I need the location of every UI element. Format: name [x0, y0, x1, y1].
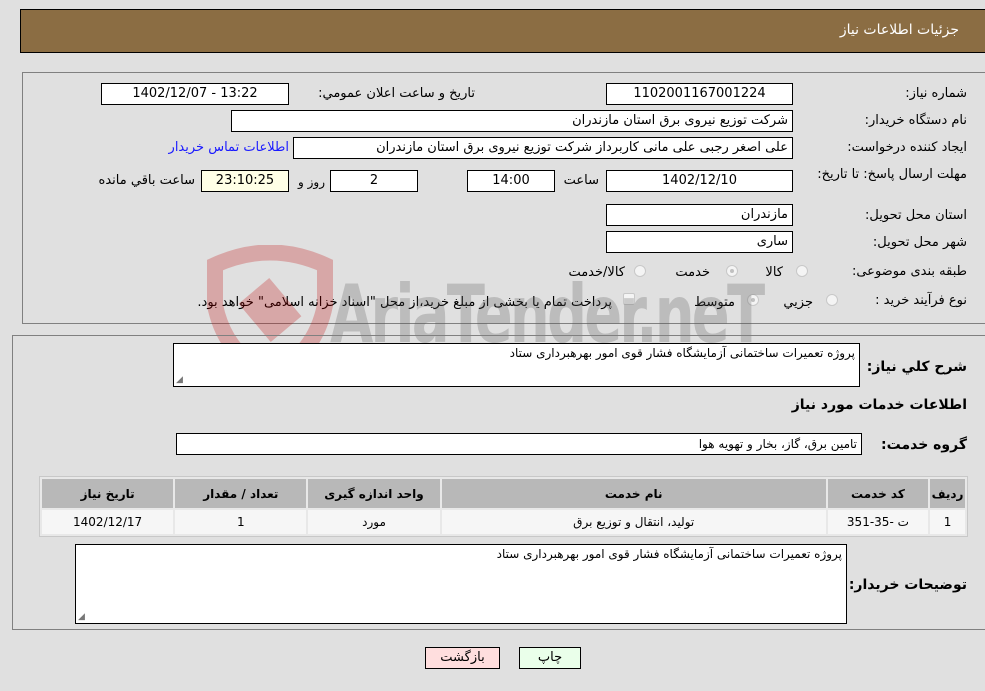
table-row: 1 ت -35-351 تولید، انتقال و توزیع برق مو… [42, 510, 965, 534]
remaining-time-field: 23:10:25 [201, 170, 289, 192]
category-radio-service[interactable] [726, 265, 738, 277]
days-label: روز و [298, 175, 325, 189]
buyer-org-field: شرکت توزیع نیروی برق استان مازندران [231, 110, 793, 132]
cell-date: 1402/12/17 [42, 510, 174, 534]
resize-grip-icon[interactable]: ◢ [78, 612, 85, 622]
cell-name: تولید، انتقال و توزیع برق [441, 510, 826, 534]
city-field: ساری [606, 231, 793, 253]
treasury-note: پرداخت تمام یا بخشی از مبلغ خرید،از محل … [197, 295, 612, 310]
summary-label: شرح کلي نياز: [866, 359, 967, 375]
cell-qty: 1 [175, 510, 307, 534]
print-button[interactable]: چاپ [519, 647, 581, 669]
category-radio-goods-service[interactable] [634, 265, 646, 277]
service-group-field: تامین برق، گاز، بخار و تهویه هوا [176, 433, 862, 455]
service-group-label: گروه خدمت: [881, 437, 967, 453]
deadline-label: مهلت ارسال پاسخ: تا تاریخ: [817, 167, 967, 182]
process-option-medium: متوسط [694, 295, 735, 310]
col-header-qty: تعداد / مقدار [175, 479, 307, 508]
treasury-checkbox[interactable] [623, 293, 635, 305]
province-field: مازندران [606, 204, 793, 226]
deadline-time-label: ساعت [563, 173, 599, 188]
days-remaining-field: 2 [330, 170, 418, 192]
buyer-notes-text: پروژه تعمیرات ساختمانی آزمایشگاه فشار قو… [496, 547, 842, 561]
buyer-notes-textarea[interactable]: پروژه تعمیرات ساختمانی آزمایشگاه فشار قو… [75, 544, 847, 624]
process-radio-minor[interactable] [826, 294, 838, 306]
deadline-date-field: 1402/12/10 [606, 170, 793, 192]
services-heading: اطلاعات خدمات مورد نياز [791, 397, 967, 413]
col-header-unit: واحد اندازه گیری [308, 479, 440, 508]
summary-text: پروژه تعمیرات ساختمانی آزمایشگاه فشار قو… [509, 346, 855, 360]
cell-row: 1 [930, 510, 965, 534]
category-option-service: خدمت [675, 265, 710, 280]
buyer-org-label: نام دستگاه خریدار: [864, 113, 967, 128]
creator-label: ایجاد کننده درخواست: [847, 140, 967, 155]
col-header-code: کد خدمت [827, 479, 929, 508]
back-button[interactable]: بازگشت [425, 647, 500, 669]
cell-unit: مورد [308, 510, 440, 534]
province-label: استان محل تحویل: [865, 208, 967, 223]
table-header-row: ردیف کد خدمت نام خدمت واحد اندازه گیری ت… [42, 479, 965, 508]
deadline-time-field: 14:00 [467, 170, 555, 192]
category-option-goods: کالا [765, 265, 783, 280]
announce-field: 1402/12/07 - 13:22 [101, 83, 289, 105]
city-label: شهر محل تحویل: [872, 235, 967, 250]
process-radio-medium[interactable] [747, 294, 759, 306]
col-header-name: نام خدمت [441, 479, 826, 508]
cell-code: ت -35-351 [827, 510, 929, 534]
resize-grip-icon[interactable]: ◢ [176, 375, 183, 385]
page-header: جزئیات اطلاعات نیاز [20, 9, 985, 53]
category-label: طبقه بندی موضوعی: [851, 264, 967, 279]
services-table: ردیف کد خدمت نام خدمت واحد اندازه گیری ت… [39, 476, 968, 537]
buyer-contact-link[interactable]: اطلاعات تماس خریدار [169, 140, 289, 155]
category-option-goods-service: کالا/خدمت [568, 265, 625, 280]
col-header-date: تاریخ نیاز [42, 479, 174, 508]
creator-field: علی اصغر رجبی علی مانی کاربرداز شرکت توز… [293, 137, 793, 159]
col-header-row: ردیف [930, 479, 965, 508]
buyer-notes-label: توضیحات خریدار: [848, 577, 967, 593]
summary-textarea[interactable]: پروژه تعمیرات ساختمانی آزمایشگاه فشار قو… [173, 343, 860, 387]
remaining-time-label: ساعت باقي مانده [98, 173, 195, 188]
announce-label: تاریخ و ساعت اعلان عمومي: [318, 86, 475, 101]
process-option-minor: جزيي [783, 295, 813, 310]
page-title: جزئیات اطلاعات نیاز [839, 22, 959, 38]
category-radio-goods[interactable] [796, 265, 808, 277]
need-number-field: 1102001167001224 [606, 83, 793, 105]
process-label: نوع فرآیند خرید : [875, 293, 967, 308]
need-number-label: شماره نیاز: [905, 86, 967, 101]
